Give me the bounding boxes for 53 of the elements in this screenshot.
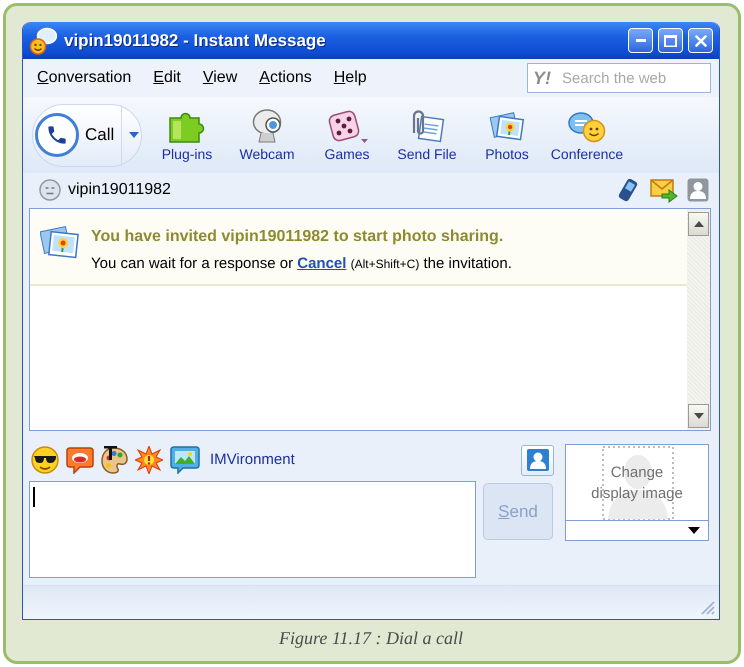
minimize-button[interactable] bbox=[628, 28, 653, 53]
person-icon[interactable] bbox=[687, 178, 709, 202]
menu-item[interactable]: View bbox=[198, 66, 242, 90]
close-icon bbox=[694, 34, 706, 46]
person-icon bbox=[526, 449, 548, 471]
menu-item[interactable]: Conversation bbox=[32, 66, 136, 90]
invitation-note: You can wait for a response or Cancel (Alt+Shift+C) the invitation. bbox=[91, 254, 512, 274]
maximize-button[interactable] bbox=[658, 28, 683, 53]
call-button[interactable]: Call bbox=[35, 104, 114, 166]
search-logo: Y! bbox=[533, 67, 551, 90]
send-file-button[interactable]: Send File bbox=[387, 107, 467, 163]
webcam-icon bbox=[252, 109, 282, 143]
close-button[interactable] bbox=[688, 28, 713, 53]
chat-bubble-icon bbox=[29, 26, 57, 54]
invitation-title: You have invited vipin19011982 to start photo sharing. bbox=[91, 227, 504, 247]
neutral-face-icon bbox=[39, 179, 61, 201]
photo-icon bbox=[40, 223, 80, 261]
maximize-icon bbox=[664, 34, 677, 46]
imvironment-link[interactable]: IMVironment bbox=[210, 448, 295, 472]
burst-icon[interactable] bbox=[135, 446, 163, 474]
caret-icon bbox=[360, 139, 368, 143]
envelope-arrow-icon[interactable] bbox=[650, 177, 678, 203]
sunglasses-smiley-icon[interactable] bbox=[31, 446, 59, 474]
games-button[interactable]: Games bbox=[307, 107, 387, 163]
menu-item[interactable]: Actions bbox=[254, 66, 317, 90]
chat-smiley-icon bbox=[568, 111, 606, 143]
contact-card-button[interactable] bbox=[521, 444, 554, 476]
message-input[interactable] bbox=[29, 481, 476, 578]
laughing-bubble-icon[interactable] bbox=[66, 446, 94, 474]
change-display-image-link[interactable]: Change display image bbox=[589, 462, 685, 504]
photos-button[interactable]: Photos bbox=[467, 107, 547, 163]
menu-item[interactable]: Help bbox=[328, 66, 372, 90]
phone-icon bbox=[35, 113, 79, 157]
scroll-up-button[interactable] bbox=[688, 212, 709, 236]
caret-icon bbox=[129, 132, 140, 138]
conference-button[interactable]: Conference bbox=[547, 107, 627, 163]
window-title: vipin19011982 - Instant Message bbox=[64, 30, 326, 52]
webcam-button[interactable]: Webcam bbox=[227, 107, 307, 163]
text-cursor-icon bbox=[33, 487, 35, 507]
contact-name: vipin19011982 bbox=[68, 180, 171, 200]
photo-icon bbox=[489, 109, 525, 143]
picture-bubble-icon[interactable] bbox=[170, 446, 200, 474]
scroll-down-button[interactable] bbox=[688, 404, 709, 428]
figure-caption: Figure 11.17 : Dial a call bbox=[278, 627, 464, 650]
plug-ins-button[interactable]: Plug-ins bbox=[147, 107, 227, 163]
menu-item[interactable]: Edit bbox=[148, 66, 186, 90]
cancel-link[interactable]: Cancel bbox=[297, 255, 346, 272]
up-arrow-icon bbox=[694, 221, 704, 227]
palette-icon[interactable] bbox=[101, 446, 128, 474]
resize-grip-icon[interactable] bbox=[701, 601, 715, 615]
minimize-icon bbox=[636, 39, 646, 42]
down-arrow-icon bbox=[694, 413, 704, 419]
caret-icon bbox=[688, 527, 700, 534]
